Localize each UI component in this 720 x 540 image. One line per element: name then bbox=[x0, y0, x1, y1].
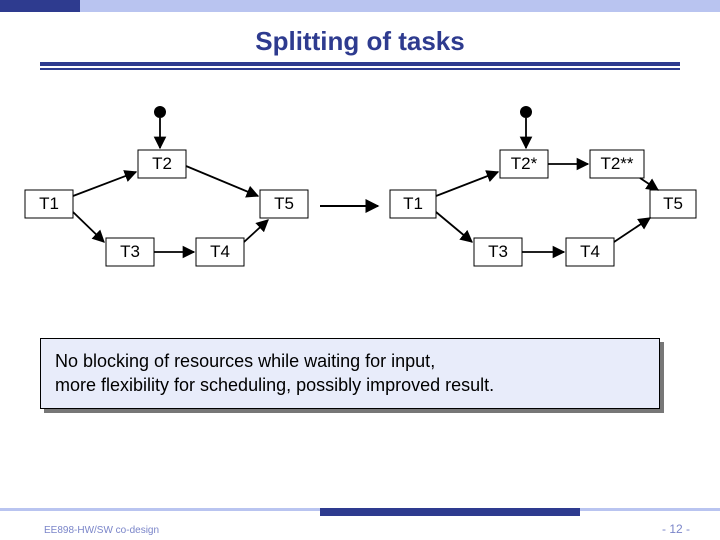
node-label: T2 bbox=[152, 154, 172, 173]
title-underline-thin bbox=[40, 68, 680, 70]
edge bbox=[186, 166, 258, 196]
edge bbox=[73, 212, 104, 242]
footer-accent-light-right bbox=[580, 508, 720, 511]
top-accent-light bbox=[80, 0, 720, 12]
caption-line: No blocking of resources while waiting f… bbox=[55, 351, 435, 371]
caption-line: more flexibility for scheduling, possibl… bbox=[55, 375, 494, 395]
edge bbox=[436, 212, 472, 242]
caption-box: No blocking of resources while waiting f… bbox=[40, 338, 660, 409]
edge bbox=[640, 178, 658, 190]
slide-title: Splitting of tasks bbox=[0, 26, 720, 57]
task-graph-diagram: T1 T2 T3 T4 T5 bbox=[20, 90, 700, 290]
node-label: T5 bbox=[663, 194, 683, 213]
node-label: T5 bbox=[274, 194, 294, 213]
page-number: - 12 - bbox=[662, 522, 690, 536]
course-code: EE898-HW/SW co-design bbox=[44, 525, 159, 536]
node-label: T3 bbox=[488, 242, 508, 261]
node-label: T1 bbox=[403, 194, 423, 213]
edge bbox=[614, 218, 650, 242]
footer-accent-bar bbox=[0, 508, 720, 518]
node-label: T2** bbox=[600, 154, 633, 173]
top-accent-dark bbox=[0, 0, 80, 12]
top-accent-bar bbox=[0, 0, 720, 12]
title-underline-thick bbox=[40, 62, 680, 66]
node-label: T4 bbox=[210, 242, 230, 261]
footer: EE898-HW/SW co-design - 12 - bbox=[0, 502, 720, 540]
edge bbox=[436, 172, 498, 196]
footer-accent-dark bbox=[320, 508, 580, 516]
node-label: T1 bbox=[39, 194, 59, 213]
node-label: T3 bbox=[120, 242, 140, 261]
edge bbox=[73, 172, 136, 196]
slide: Splitting of tasks T1 T2 T3 bbox=[0, 0, 720, 540]
edge bbox=[244, 220, 268, 242]
graph-right: T1 T2* T2** T3 T4 T5 bbox=[390, 106, 696, 266]
node-label: T4 bbox=[580, 242, 600, 261]
start-dot-icon bbox=[520, 106, 532, 118]
graph-left: T1 T2 T3 T4 T5 bbox=[25, 106, 308, 266]
node-label: T2* bbox=[511, 154, 538, 173]
start-dot-icon bbox=[154, 106, 166, 118]
footer-accent-light-left bbox=[0, 508, 320, 511]
